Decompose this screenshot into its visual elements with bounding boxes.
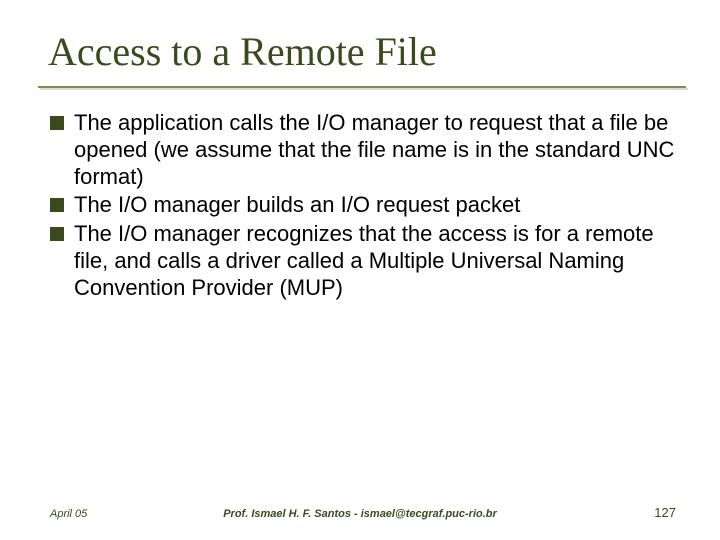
footer-author: Prof. Ismael H. F. Santos - ismael@tecgr… bbox=[0, 508, 720, 520]
list-item: The application calls the I/O manager to… bbox=[50, 110, 680, 190]
footer-page-number: 127 bbox=[654, 505, 676, 520]
square-bullet-icon bbox=[50, 227, 64, 241]
slide-body: The application calls the I/O manager to… bbox=[50, 110, 680, 304]
slide-title: Access to a Remote File bbox=[48, 28, 672, 75]
slide-footer: April 05 Prof. Ismael H. F. Santos - ism… bbox=[0, 502, 720, 520]
bullet-text: The I/O manager builds an I/O request pa… bbox=[74, 192, 520, 219]
bullet-text: The application calls the I/O manager to… bbox=[74, 110, 680, 190]
slide: Access to a Remote File The application … bbox=[0, 0, 720, 540]
bullet-text: The I/O manager recognizes that the acce… bbox=[74, 221, 680, 301]
list-item: The I/O manager recognizes that the acce… bbox=[50, 221, 680, 301]
square-bullet-icon bbox=[50, 198, 64, 212]
list-item: The I/O manager builds an I/O request pa… bbox=[50, 192, 680, 219]
square-bullet-icon bbox=[50, 116, 64, 130]
title-underline bbox=[38, 86, 686, 88]
